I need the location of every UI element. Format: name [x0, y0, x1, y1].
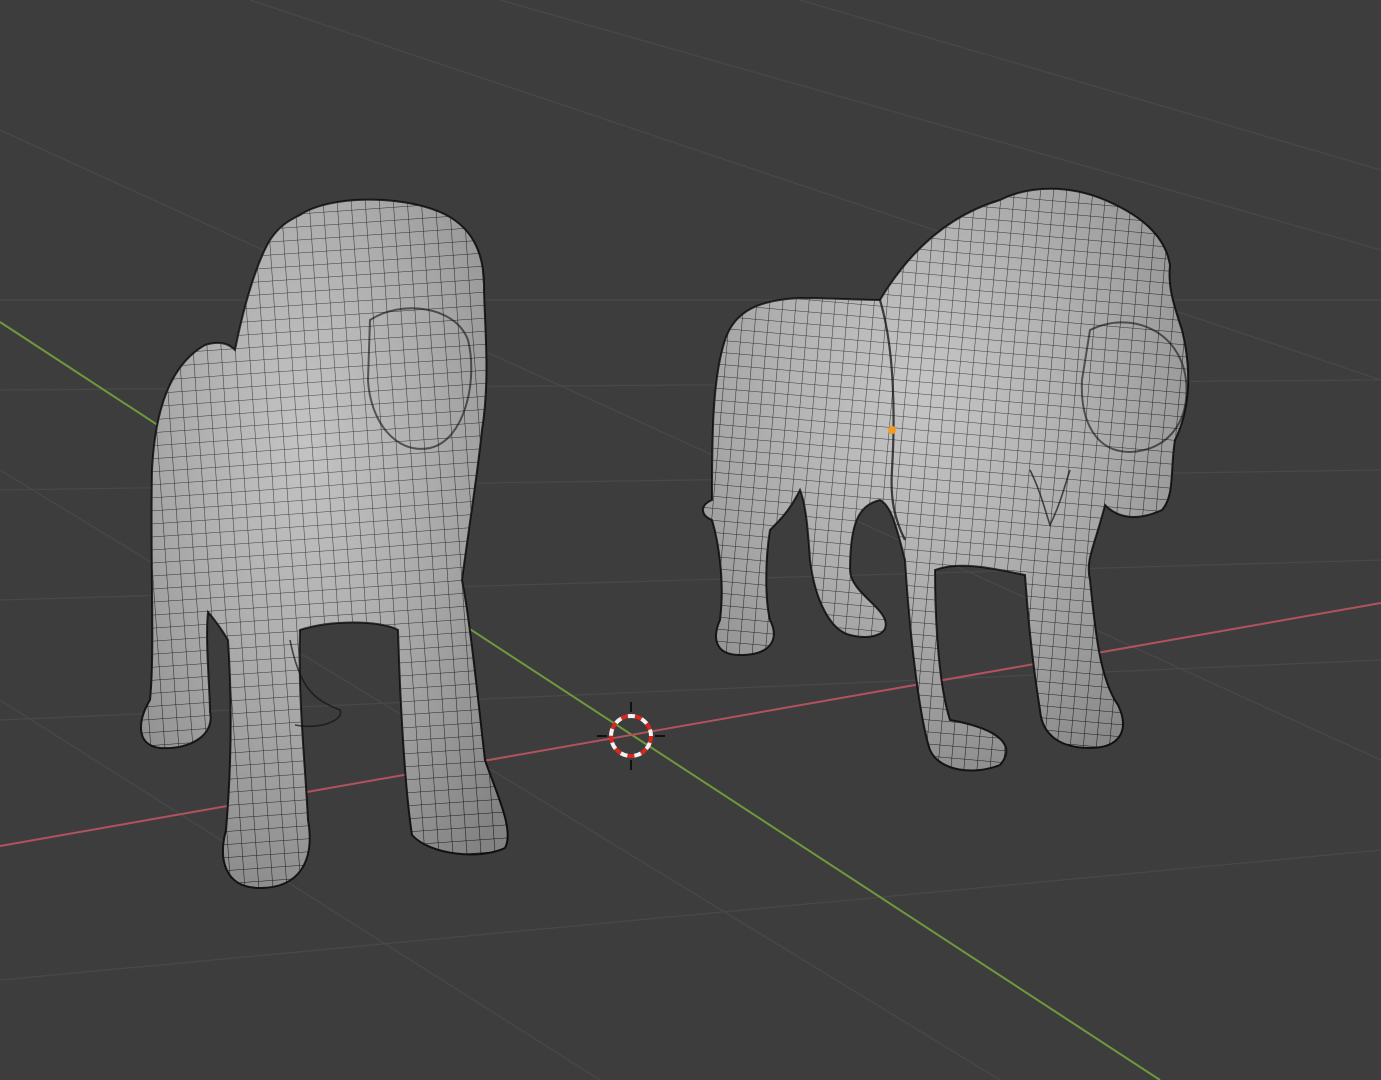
grid-line	[0, 849, 1381, 981]
3d-viewport[interactable]	[0, 0, 1381, 1080]
viewport-canvas[interactable]	[0, 0, 1381, 1080]
3d-cursor[interactable]	[597, 702, 665, 770]
lion-low-mane-shading	[140, 199, 508, 888]
grid-line	[799, 0, 1381, 171]
lion-full-mane-shading	[703, 188, 1189, 771]
lion-low-mane[interactable]	[140, 198, 509, 890]
object-origin[interactable]	[888, 426, 896, 434]
grid-line	[499, 0, 1381, 251]
lion-full-mane[interactable]	[702, 187, 1190, 772]
